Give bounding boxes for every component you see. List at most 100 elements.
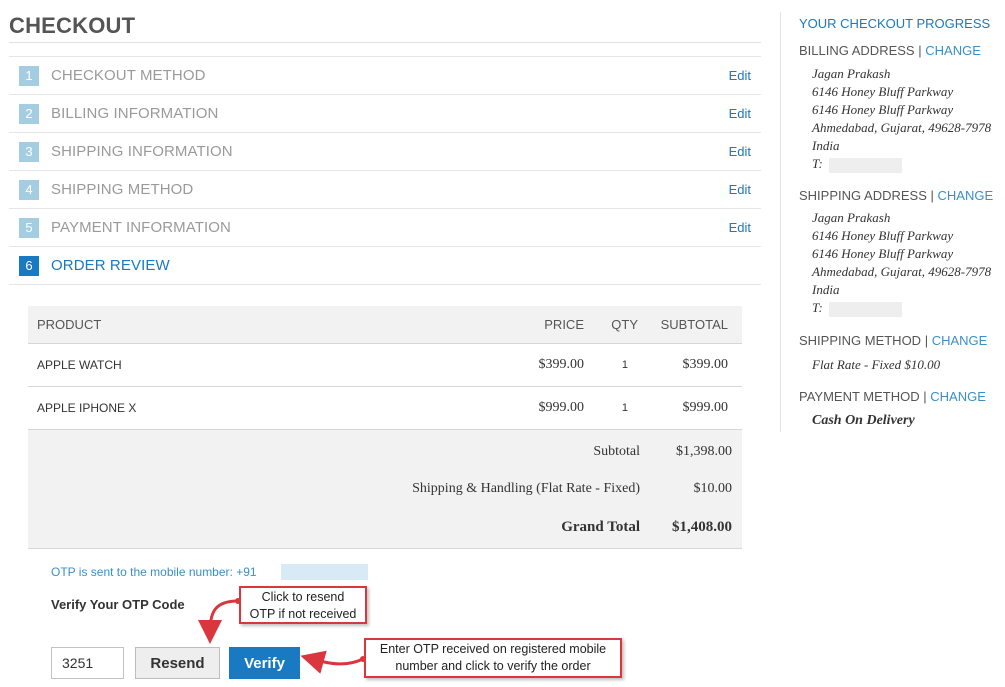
shipping-address: Jagan Prakash 6146 Honey Bluff Parkway 6…: [812, 209, 991, 317]
address-line: Ahmedabad, Gujarat, 49628-7978: [812, 264, 992, 279]
shipping-label: Shipping & Handling (Flat Rate - Fixed): [412, 481, 640, 496]
step-label: ORDER REVIEW: [51, 257, 170, 274]
totals-block: Subtotal $1,398.00 Shipping & Handling (…: [28, 430, 742, 548]
step-payment-information[interactable]: 5 PAYMENT INFORMATION Edit: [9, 209, 761, 247]
header-qty: QTY: [611, 317, 638, 332]
phone-label: T:: [812, 156, 823, 171]
edit-link[interactable]: Edit: [729, 220, 751, 235]
resend-button[interactable]: Resend: [135, 647, 220, 679]
address-line: Jagan Prakash: [812, 66, 891, 81]
totals-divider: [28, 548, 742, 549]
address-line: 6146 Honey Bluff Parkway: [812, 102, 954, 117]
change-billing-link[interactable]: CHANGE: [925, 43, 981, 58]
phone-line: T:: [812, 299, 991, 317]
table-row: APPLE WATCH $399.00 1 $399.00: [28, 344, 742, 387]
grand-total-row: Grand Total $1,408.00: [28, 509, 742, 545]
sidebar-divider: [780, 12, 781, 432]
step-label: SHIPPING INFORMATION: [51, 143, 233, 160]
grand-total-label: Grand Total: [561, 519, 640, 535]
product-qty: 1: [621, 402, 628, 414]
header-price: PRICE: [544, 317, 584, 332]
step-number: 2: [19, 103, 39, 124]
verify-otp-label: Verify Your OTP Code: [51, 597, 185, 612]
step-number: 6: [19, 255, 39, 276]
redacted-phone-number: [281, 564, 368, 580]
callout-text: number and click to verify the order: [395, 659, 591, 673]
shipping-method-heading: SHIPPING METHOD | CHANGE: [799, 333, 987, 348]
title-divider: [9, 42, 761, 43]
edit-link[interactable]: Edit: [729, 144, 751, 159]
shipping-method-value: Flat Rate - Fixed $10.00: [812, 357, 941, 372]
page-title: CHECKOUT: [9, 13, 136, 38]
resend-arrow: [198, 599, 239, 644]
shipping-address-heading: SHIPPING ADDRESS | CHANGE: [799, 188, 993, 203]
product-subtotal: $399.00: [682, 357, 729, 372]
billing-address: Jagan Prakash 6146 Honey Bluff Parkway 6…: [812, 65, 991, 173]
checkout-steps: 1 CHECKOUT METHOD Edit 2 BILLING INFORMA…: [9, 56, 761, 285]
step-number: 5: [19, 217, 39, 238]
subtotal-row: Subtotal $1,398.00: [28, 434, 742, 470]
heading-text: PAYMENT METHOD: [799, 389, 920, 404]
change-shipping-method-link[interactable]: CHANGE: [932, 333, 988, 348]
payment-method-heading: PAYMENT METHOD | CHANGE: [799, 389, 986, 404]
payment-method-value: Cash On Delivery: [812, 413, 915, 428]
callout-text: OTP if not received: [249, 607, 357, 621]
change-shipping-address-link[interactable]: CHANGE: [938, 188, 994, 203]
edit-link[interactable]: Edit: [729, 106, 751, 121]
product-qty: 1: [621, 359, 628, 371]
order-review-table: PRODUCT PRICE QTY SUBTOTAL APPLE WATCH $…: [28, 306, 742, 549]
step-checkout-method[interactable]: 1 CHECKOUT METHOD Edit: [9, 56, 761, 95]
callout-text: Click to resend: [261, 590, 345, 604]
heading-text: BILLING ADDRESS: [799, 43, 915, 58]
step-label: PAYMENT INFORMATION: [51, 219, 231, 236]
product-name: APPLE WATCH: [37, 358, 122, 372]
step-shipping-information[interactable]: 3 SHIPPING INFORMATION Edit: [9, 133, 761, 171]
verify-arrow: [300, 650, 364, 674]
address-line: 6146 Honey Bluff Parkway: [812, 84, 954, 99]
step-label: SHIPPING METHOD: [51, 181, 194, 198]
heading-text: SHIPPING METHOD: [799, 333, 922, 348]
redacted-phone: [828, 157, 902, 173]
step-order-review: 6 ORDER REVIEW: [9, 247, 761, 285]
address-line: Jagan Prakash: [812, 210, 891, 225]
change-payment-method-link[interactable]: CHANGE: [930, 389, 986, 404]
subtotal-label: Subtotal: [593, 444, 640, 459]
step-number: 4: [19, 179, 39, 200]
resend-callout: Click to resend OTP if not received: [239, 586, 367, 624]
verify-button[interactable]: Verify: [229, 647, 300, 679]
separator: |: [923, 389, 927, 404]
address-line: India: [812, 138, 840, 153]
phone-line: T:: [812, 155, 991, 173]
shipping-row: Shipping & Handling (Flat Rate - Fixed) …: [28, 471, 742, 507]
otp-code-input[interactable]: [51, 647, 124, 679]
separator: |: [930, 188, 934, 203]
redacted-phone: [828, 301, 902, 317]
shipping-value: $10.00: [693, 481, 733, 496]
sidebar-title: YOUR CHECKOUT PROGRESS: [799, 16, 991, 31]
step-label: BILLING INFORMATION: [51, 105, 219, 122]
header-subtotal: SUBTOTAL: [660, 317, 728, 332]
callout-text: Enter OTP received on registered mobile: [379, 642, 607, 656]
phone-label: T:: [812, 300, 823, 315]
step-shipping-method[interactable]: 4 SHIPPING METHOD Edit: [9, 171, 761, 209]
edit-link[interactable]: Edit: [729, 182, 751, 197]
step-number: 3: [19, 141, 39, 162]
product-subtotal: $999.00: [682, 400, 729, 415]
step-billing-information[interactable]: 2 BILLING INFORMATION Edit: [9, 95, 761, 133]
header-product: PRODUCT: [37, 317, 102, 332]
address-line: India: [812, 282, 840, 297]
subtotal-value: $1,398.00: [676, 444, 732, 459]
product-price: $999.00: [538, 400, 585, 415]
edit-link[interactable]: Edit: [729, 68, 751, 83]
separator: |: [924, 333, 929, 348]
table-header: PRODUCT PRICE QTY SUBTOTAL: [28, 306, 742, 344]
table-row: APPLE IPHONE X $999.00 1 $999.00: [28, 387, 742, 430]
step-number: 1: [19, 65, 39, 86]
verify-callout: Enter OTP received on registered mobile …: [364, 638, 622, 678]
product-name: APPLE IPHONE X: [37, 401, 137, 415]
separator: |: [918, 43, 922, 58]
product-price: $399.00: [538, 357, 585, 372]
address-line: 6146 Honey Bluff Parkway: [812, 228, 954, 243]
otp-sent-message: OTP is sent to the mobile number: +91: [51, 565, 257, 579]
heading-text: SHIPPING ADDRESS: [799, 188, 927, 203]
